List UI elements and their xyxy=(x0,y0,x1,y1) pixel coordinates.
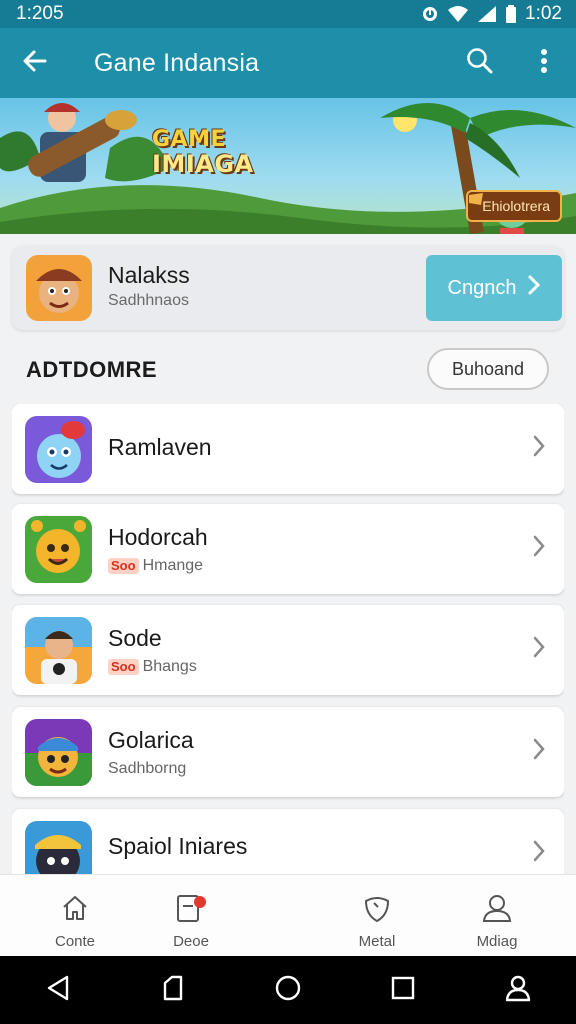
more-options-button[interactable] xyxy=(512,28,576,98)
section-action-button[interactable]: Buhoand xyxy=(427,348,549,390)
banner-title: GAME IMIAGA xyxy=(152,127,254,178)
section-title: ADTDOMRE xyxy=(26,357,158,382)
game-name: Ramlaven xyxy=(108,434,212,460)
featured-cta-label: Cngnch xyxy=(447,276,517,299)
shield-icon xyxy=(362,893,392,927)
system-recents-button[interactable] xyxy=(373,960,433,1020)
triangle-back-icon xyxy=(45,974,71,1007)
game-subtitle: Soo Bhangs xyxy=(108,658,197,676)
featured-game-subtitle: Sadhhnaos xyxy=(108,292,189,309)
signal-icon xyxy=(477,5,497,23)
game-name: Hodorcah xyxy=(108,524,208,550)
chevron-right-icon xyxy=(532,534,546,563)
person-icon xyxy=(504,974,532,1007)
status-clock: 1:02 xyxy=(525,3,562,24)
game-icon xyxy=(25,516,92,583)
system-tab-button[interactable] xyxy=(143,960,203,1020)
home-icon xyxy=(60,893,90,927)
list-item[interactable]: Spaiol Iniares xyxy=(12,809,564,874)
status-icons: 1:02 xyxy=(421,3,562,25)
banner-title-line1: GAME xyxy=(152,127,227,152)
chevron-right-icon xyxy=(532,839,546,868)
search-button[interactable] xyxy=(448,28,512,98)
nav-label: Mdiag xyxy=(476,933,518,950)
nav-item-conte[interactable]: Conte xyxy=(20,875,130,957)
chevron-right-icon xyxy=(532,737,546,766)
back-button[interactable] xyxy=(0,28,70,98)
game-name: Sode xyxy=(108,625,162,651)
square-recents-icon xyxy=(390,975,416,1006)
circle-home-icon xyxy=(274,974,302,1007)
list-item[interactable]: Ramlaven xyxy=(12,404,564,494)
banner-action-label: Ehiolotrera xyxy=(482,198,550,214)
game-subtitle-text: Hmange xyxy=(142,557,204,574)
game-list: Ramlaven Hodorcah Soo Hmange Sode Soo Bh… xyxy=(12,404,564,874)
nav-label: Metal xyxy=(358,933,396,950)
wifi-icon xyxy=(447,5,469,23)
chevron-right-icon xyxy=(532,635,546,664)
list-item[interactable]: Golarica Sadhborng xyxy=(12,707,564,797)
featured-cta-button[interactable]: Cngnch xyxy=(426,255,562,321)
game-subtitle-text: Sadhborng xyxy=(108,760,187,777)
game-tag: Soo xyxy=(108,558,139,574)
promo-banner[interactable]: GAME IMIAGA Ehiolotrera xyxy=(0,98,576,234)
system-back-button[interactable] xyxy=(28,960,88,1020)
chevron-right-icon xyxy=(528,275,541,301)
game-name: Golarica xyxy=(108,727,194,753)
nav-label: Conte xyxy=(54,933,96,950)
app-bar: Gane Indansia xyxy=(0,28,576,98)
game-tag: Soo xyxy=(108,659,139,675)
featured-game-icon xyxy=(26,255,92,321)
system-navigation-bar xyxy=(0,956,576,1024)
featured-game-card[interactable]: Nalakss Sadhhnaos Cngnch xyxy=(12,246,564,330)
app-screen: 1:205 1:02 Gane Indansia GAME IMIAGA Ehi… xyxy=(0,0,576,1024)
document-badge-icon xyxy=(174,893,208,927)
status-time: 1:205 xyxy=(16,3,64,24)
status-bar: 1:205 1:02 xyxy=(0,0,576,28)
game-icon xyxy=(25,416,92,483)
more-vert-icon xyxy=(539,47,549,80)
game-name: Spaiol Iniares xyxy=(108,833,248,859)
bottom-navigation: Conte Deoe Metal Mdiag xyxy=(0,874,576,956)
chevron-right-icon xyxy=(532,434,546,463)
game-subtitle: Sadhborng xyxy=(108,760,186,778)
app-title: Gane Indansia xyxy=(94,48,260,77)
game-subtitle-text: Bhangs xyxy=(142,658,197,675)
person-icon xyxy=(481,893,513,927)
game-icon xyxy=(25,821,92,874)
list-item[interactable]: Sode Soo Bhangs xyxy=(12,605,564,695)
alarm-icon xyxy=(421,5,439,23)
search-icon xyxy=(465,46,495,81)
banner-action-button[interactable]: Ehiolotrera xyxy=(466,190,562,222)
list-item[interactable]: Hodorcah Soo Hmange xyxy=(12,504,564,594)
arrow-left-icon xyxy=(21,47,49,80)
nav-item-metal[interactable]: Metal xyxy=(322,875,432,957)
system-account-button[interactable] xyxy=(488,960,548,1020)
game-subtitle: Soo Hmange xyxy=(108,557,203,575)
tab-icon xyxy=(160,974,186,1007)
banner-title-line2: IMIAGA xyxy=(152,150,254,178)
nav-item-deoe[interactable]: Deoe xyxy=(136,875,246,957)
game-icon xyxy=(25,719,92,786)
battery-icon xyxy=(505,5,517,23)
system-home-button[interactable] xyxy=(258,960,318,1020)
nav-label: Deoe xyxy=(173,933,209,950)
featured-game-name: Nalakss xyxy=(108,262,190,288)
game-icon xyxy=(25,617,92,684)
nav-item-mdiag[interactable]: Mdiag xyxy=(442,875,552,957)
